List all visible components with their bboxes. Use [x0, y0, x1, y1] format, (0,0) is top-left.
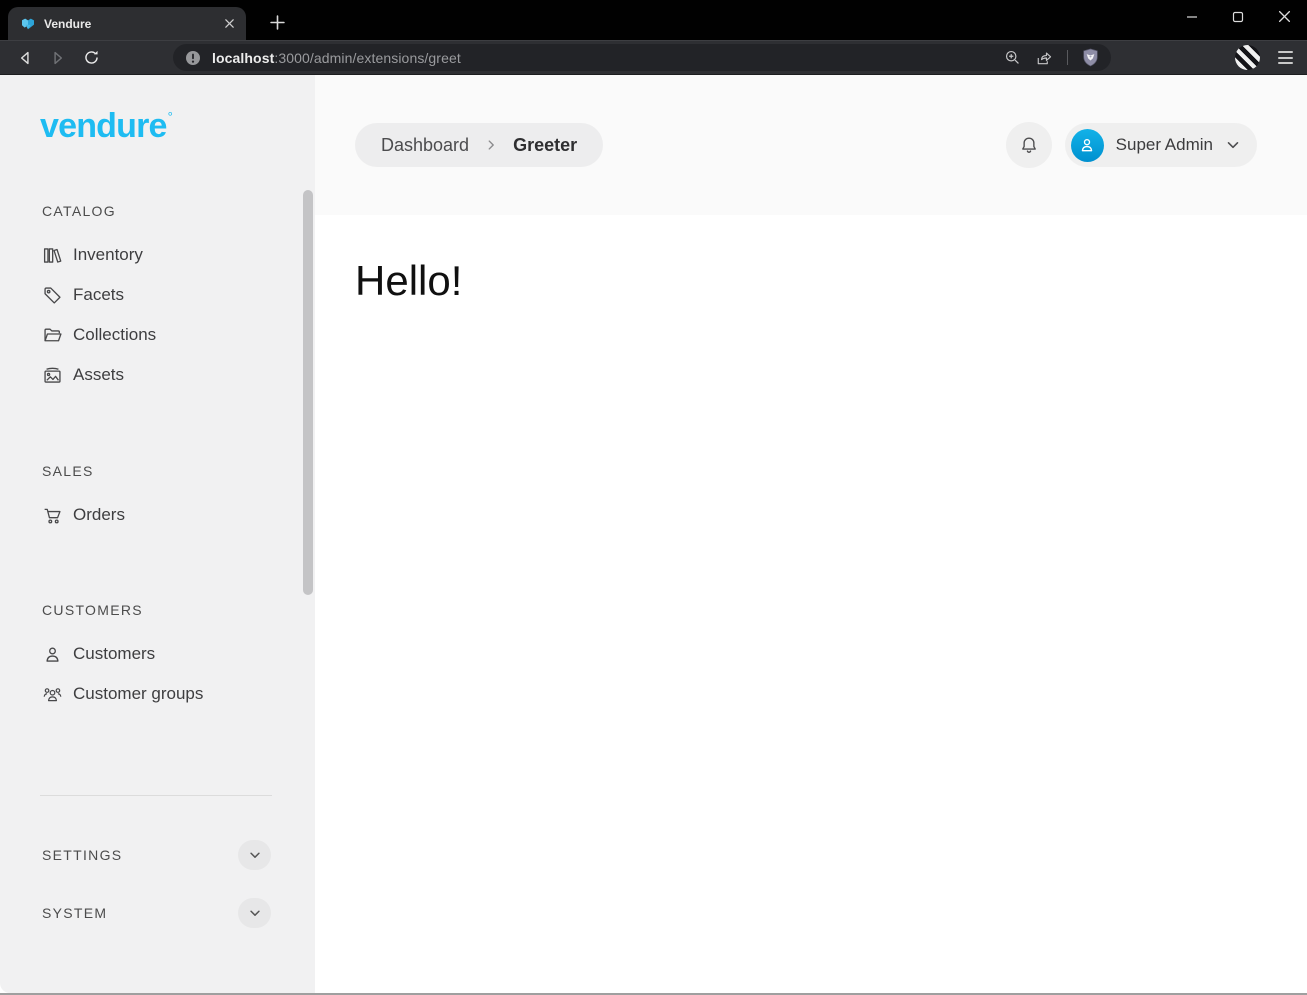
tab-close-icon[interactable] [220, 15, 238, 33]
url-text[interactable]: localhost:3000/admin/extensions/greet [212, 50, 990, 66]
vendure-favicon-icon [20, 16, 36, 32]
back-button[interactable] [12, 45, 38, 71]
nav-group-customers: Customers Customer groups [0, 634, 315, 714]
tag-icon [42, 285, 63, 306]
page-heading: Hello! [355, 257, 1307, 305]
users-icon [42, 684, 63, 705]
sidebar-item-label: Assets [73, 365, 124, 385]
bell-icon [1018, 134, 1040, 156]
sidebar-item-label: Customer groups [73, 684, 203, 704]
settings-expand-button[interactable] [238, 840, 271, 870]
breadcrumb: Dashboard Greeter [355, 123, 603, 167]
sidebar-scrollbar[interactable] [303, 190, 313, 595]
main-area: Dashboard Greeter [315, 75, 1307, 993]
browser-tab-vendure[interactable]: Vendure [8, 7, 246, 40]
window-minimize-button[interactable] [1169, 0, 1215, 33]
address-bar[interactable]: localhost:3000/admin/extensions/greet [173, 44, 1111, 71]
menu-icon[interactable] [1276, 47, 1295, 68]
window-close-button[interactable] [1261, 0, 1307, 33]
topbar-right-cluster: Super Admin [1006, 122, 1257, 168]
breadcrumb-greeter: Greeter [513, 135, 577, 156]
sidebar-divider [40, 795, 272, 796]
site-info-icon[interactable] [185, 50, 201, 66]
tab-title: Vendure [44, 17, 220, 31]
address-bar-separator [1067, 50, 1068, 65]
sidebar-item-label: Customers [73, 644, 155, 664]
sidebar-item-orders[interactable]: Orders [0, 495, 315, 535]
browser-toolbar: localhost:3000/admin/extensions/greet [0, 40, 1307, 75]
sidebar: vendure° CATALOG Inventory [0, 75, 315, 993]
notifications-button[interactable] [1006, 122, 1052, 168]
sidebar-item-customer-groups[interactable]: Customer groups [0, 674, 315, 714]
system-label: SYSTEM [42, 903, 107, 923]
sidebar-item-facets[interactable]: Facets [0, 275, 315, 315]
sidebar-section-system: SYSTEM [0, 897, 315, 929]
sidebar-item-assets[interactable]: Assets [0, 355, 315, 395]
user-icon [42, 644, 63, 665]
nav-section-catalog: CATALOG [42, 201, 315, 221]
inventory-icon [42, 245, 63, 266]
nav-group-sales: Orders [0, 495, 315, 535]
user-name: Super Admin [1116, 135, 1213, 155]
sidebar-item-label: Facets [73, 285, 124, 305]
settings-label: SETTINGS [42, 845, 122, 865]
chevron-down-icon [1225, 137, 1241, 153]
window-controls [1169, 0, 1307, 33]
zoom-page-icon[interactable] [1004, 49, 1021, 66]
user-avatar [1071, 129, 1104, 162]
nav-group-catalog: Inventory Facets [0, 235, 315, 395]
browser-tab-strip: Vendure [0, 0, 1307, 40]
browser-window: Vendure [0, 0, 1307, 995]
sidebar-item-collections[interactable]: Collections [0, 315, 315, 355]
system-expand-button[interactable] [238, 898, 271, 928]
brave-shield-icon[interactable] [1082, 48, 1099, 67]
nav-section-customers: CUSTOMERS [42, 600, 315, 620]
content-area: vendure° CATALOG Inventory [0, 75, 1307, 993]
sidebar-item-inventory[interactable]: Inventory [0, 235, 315, 275]
sidebar-item-label: Collections [73, 325, 156, 345]
profile-avatar-icon[interactable] [1235, 45, 1260, 70]
new-tab-button[interactable] [262, 7, 292, 37]
sidebar-item-label: Orders [73, 505, 125, 525]
sidebar-item-label: Inventory [73, 245, 143, 265]
vendure-logo[interactable]: vendure° [40, 109, 315, 143]
image-icon [42, 365, 63, 386]
chevron-right-icon [484, 138, 498, 152]
breadcrumb-dashboard[interactable]: Dashboard [381, 135, 469, 156]
folder-icon [42, 325, 63, 346]
logo-trademark: ° [168, 109, 172, 124]
window-maximize-button[interactable] [1215, 0, 1261, 33]
forward-button[interactable] [45, 45, 71, 71]
reload-button[interactable] [78, 45, 104, 71]
toolbar-right-cluster [1235, 45, 1295, 70]
page-content: Hello! [315, 215, 1307, 993]
page-topbar: Dashboard Greeter [315, 75, 1307, 215]
sidebar-item-customers[interactable]: Customers [0, 634, 315, 674]
share-icon[interactable] [1035, 49, 1053, 67]
sidebar-section-settings: SETTINGS [0, 839, 315, 871]
user-menu[interactable]: Super Admin [1065, 123, 1257, 167]
nav-section-sales: SALES [42, 461, 315, 481]
url-host: localhost [212, 50, 274, 66]
cart-icon [42, 505, 63, 526]
url-path: :3000/admin/extensions/greet [274, 50, 460, 66]
